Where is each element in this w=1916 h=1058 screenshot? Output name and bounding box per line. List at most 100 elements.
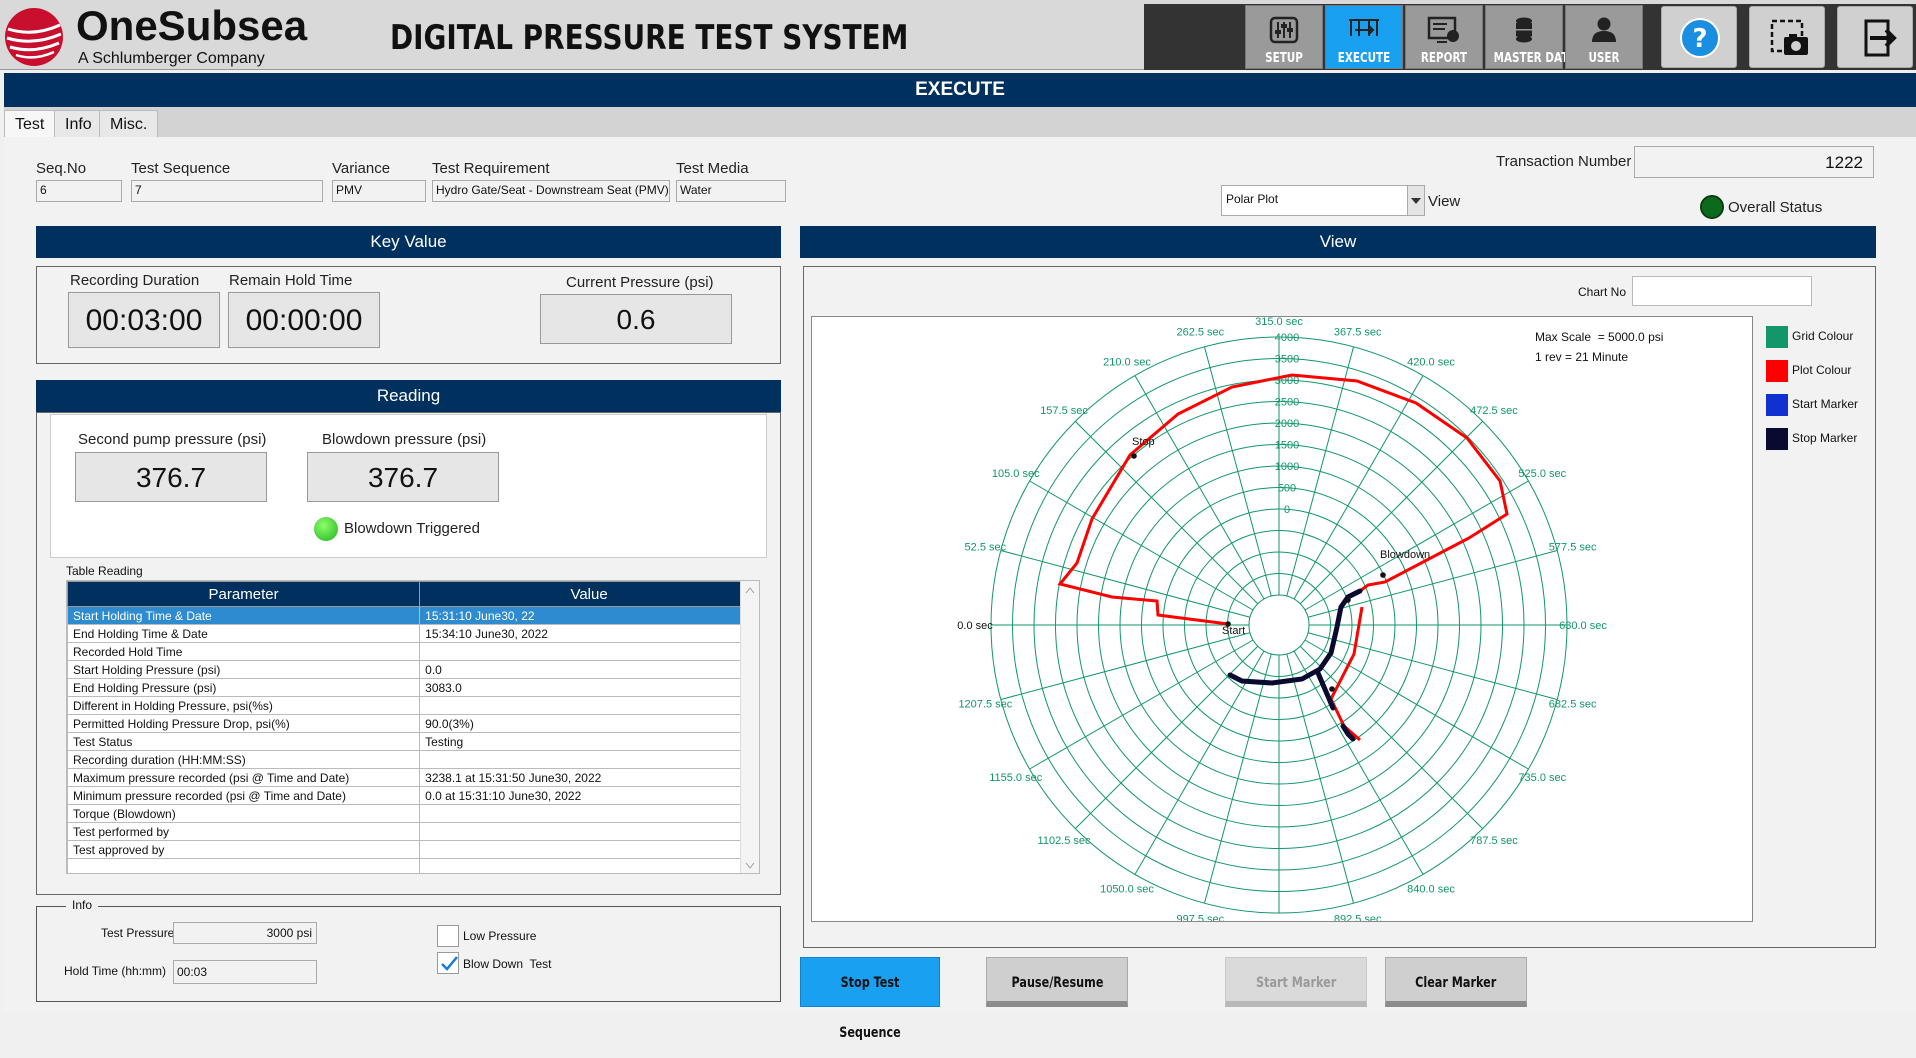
table-row[interactable]: Test performed by bbox=[67, 822, 759, 841]
help-button[interactable]: ? bbox=[1661, 6, 1737, 68]
test-media-field: Water bbox=[676, 180, 786, 202]
reading-table-header: Parameter Value bbox=[67, 581, 759, 607]
blow-down-checkbox[interactable] bbox=[437, 952, 459, 974]
report-icon bbox=[1427, 16, 1459, 43]
table-row[interactable]: Start Holding Time & Date 15:31:10 June30… bbox=[67, 606, 759, 625]
value-cell: 15:34:10 June30, 2022 bbox=[419, 624, 759, 643]
table-row[interactable]: Minimum pressure recorded (psi @ Time an… bbox=[67, 786, 759, 805]
tab-misc[interactable]: Misc. bbox=[99, 110, 159, 140]
angle-tick-label: 315.0 sec bbox=[1255, 317, 1303, 328]
radial-tick-label: 1500 bbox=[1275, 440, 1299, 452]
clear-marker-button[interactable]: Clear Marker bbox=[1385, 957, 1527, 1007]
table-row-empty bbox=[67, 858, 759, 873]
table-row[interactable]: Torque (Blowdown) bbox=[67, 804, 759, 823]
test-pressure-label: Test Pressure bbox=[101, 926, 175, 940]
grid-spoke bbox=[1134, 650, 1265, 875]
nav-user-label: USER bbox=[1588, 51, 1620, 66]
table-row[interactable]: Permitted Holding Pressure Drop, psi(%) 9… bbox=[67, 714, 759, 733]
database-icon bbox=[1516, 17, 1532, 43]
tab-test[interactable]: Test bbox=[4, 110, 56, 140]
angle-tick-label: 840.0 sec bbox=[1407, 883, 1455, 895]
table-row[interactable]: Test approved by bbox=[67, 840, 759, 859]
value-cell: Testing bbox=[419, 732, 759, 751]
angle-tick-label: 210.0 sec bbox=[1103, 357, 1151, 369]
parameter-cell: Test Status bbox=[67, 732, 421, 751]
svg-text:?: ? bbox=[1692, 24, 1707, 54]
table-row[interactable]: Test Status Testing bbox=[67, 732, 759, 751]
parameter-cell: End Holding Time & Date bbox=[67, 624, 421, 643]
chart-no-label: Chart No bbox=[1578, 285, 1627, 299]
parameter-cell: Maximum pressure recorded (psi @ Time an… bbox=[67, 768, 421, 787]
blowdown-pressure-value: 376.7 bbox=[307, 452, 499, 502]
tab-info[interactable]: Info bbox=[54, 110, 103, 140]
angle-tick-label: 472.5 sec bbox=[1470, 405, 1518, 417]
angle-tick-label: 1050.0 sec bbox=[1100, 883, 1154, 895]
polar-chart: 315.0 sec 367.5 sec 420.0 sec 472.5 sec 525.… bbox=[957, 316, 1607, 936]
recording-duration-label: Recording Duration bbox=[70, 272, 200, 289]
chevron-down-icon bbox=[1411, 198, 1421, 204]
table-row[interactable]: Recording duration (HH:MM:SS) bbox=[67, 750, 759, 769]
table-row[interactable]: End Holding Time & Date 15:34:10 June30, … bbox=[67, 624, 759, 643]
exit-button[interactable] bbox=[1837, 6, 1913, 68]
angle-tick-label: 262.5 sec bbox=[1176, 326, 1224, 338]
help-icon: ? bbox=[1680, 18, 1720, 58]
parameter-cell: Minimum pressure recorded (psi @ Time an… bbox=[67, 786, 421, 805]
grid-colour-swatch[interactable] bbox=[1766, 326, 1788, 348]
nav-master-data-button[interactable]: MASTER DATA bbox=[1485, 5, 1576, 69]
angle-tick-label: 525.0 sec bbox=[1518, 468, 1566, 480]
view-select[interactable]: Polar Plot bbox=[1221, 185, 1409, 216]
nav-user-button[interactable]: USER bbox=[1565, 5, 1643, 69]
start-marker-swatch[interactable] bbox=[1766, 394, 1788, 416]
current-pressure-value: 0.6 bbox=[540, 294, 732, 344]
low-pressure-label: Low Pressure bbox=[463, 929, 537, 943]
grid-spoke bbox=[1307, 632, 1558, 701]
stop-marker-label: Stop Marker bbox=[1792, 431, 1858, 445]
angle-tick-label: 682.5 sec bbox=[1549, 699, 1597, 711]
transaction-field: 1222 bbox=[1634, 146, 1874, 178]
marker-dot bbox=[1131, 453, 1137, 459]
seq-no-field: 6 bbox=[36, 180, 122, 202]
table-row[interactable]: Maximum pressure recorded (psi @ Time an… bbox=[67, 768, 759, 787]
angle-tick-label: 105.0 sec bbox=[992, 468, 1040, 480]
screenshot-button[interactable] bbox=[1749, 6, 1825, 68]
view-select-dropdown[interactable] bbox=[1407, 185, 1425, 216]
remain-hold-value: 00:00:00 bbox=[228, 292, 380, 348]
execute-icon bbox=[1349, 19, 1379, 36]
nav-execute-button[interactable]: EXECUTE bbox=[1325, 5, 1403, 69]
plot-colour-label: Plot Colour bbox=[1792, 363, 1852, 377]
table-row[interactable]: End Holding Pressure (psi) 3083.0 bbox=[67, 678, 759, 697]
test-requirement-label: Test Requirement bbox=[432, 160, 550, 177]
start-marker-label: Start Marker bbox=[1792, 397, 1859, 411]
chart-no-input[interactable] bbox=[1632, 276, 1812, 306]
second-pump-value: 376.7 bbox=[75, 452, 267, 502]
parameter-cell: Torque (Blowdown) bbox=[67, 804, 421, 823]
camera-icon bbox=[1770, 19, 1808, 55]
table-row[interactable]: Different in Holding Pressure, psi(%s) bbox=[67, 696, 759, 715]
nav-report-button[interactable]: REPORT bbox=[1405, 5, 1483, 69]
parameter-cell: Different in Holding Pressure, psi(%s) bbox=[67, 696, 421, 715]
parameter-cell: Recording duration (HH:MM:SS) bbox=[67, 750, 421, 769]
grid-spoke bbox=[1134, 375, 1265, 600]
exit-icon bbox=[1864, 19, 1897, 57]
table-scrollbar[interactable] bbox=[740, 581, 759, 873]
grid-spoke bbox=[1000, 632, 1251, 701]
pause-resume-button[interactable]: Pause/Resume bbox=[986, 957, 1128, 1007]
app-title: DIGITAL PRESSURE TEST SYSTEM bbox=[390, 18, 909, 58]
grid-spoke bbox=[1029, 639, 1254, 770]
stop-marker-swatch[interactable] bbox=[1766, 428, 1788, 450]
table-row[interactable]: Recorded Hold Time bbox=[67, 642, 759, 661]
angle-tick-label: 1207.5 sec bbox=[958, 699, 1012, 711]
view-header: View bbox=[800, 226, 1876, 258]
radial-tick-label: 2000 bbox=[1275, 418, 1299, 430]
stop-test-sequence-button[interactable]: Stop Test Sequence bbox=[800, 957, 940, 1041]
value-cell: 90.0(3%) bbox=[419, 714, 759, 733]
start-marker-button-label: Start Marker bbox=[1255, 975, 1337, 991]
table-row[interactable]: Start Holding Pressure (psi) 0.0 bbox=[67, 660, 759, 679]
nav-setup-button[interactable]: SETUP bbox=[1245, 5, 1323, 69]
info-group-title: Info bbox=[66, 898, 99, 912]
grid-spoke bbox=[1293, 650, 1424, 875]
plot-colour-swatch[interactable] bbox=[1766, 360, 1788, 382]
reading-table-container[interactable]: Parameter Value Start Holding Time & Dat… bbox=[66, 580, 760, 874]
start-marker-button[interactable]: Start Marker bbox=[1225, 957, 1367, 1007]
low-pressure-checkbox[interactable] bbox=[437, 925, 459, 947]
